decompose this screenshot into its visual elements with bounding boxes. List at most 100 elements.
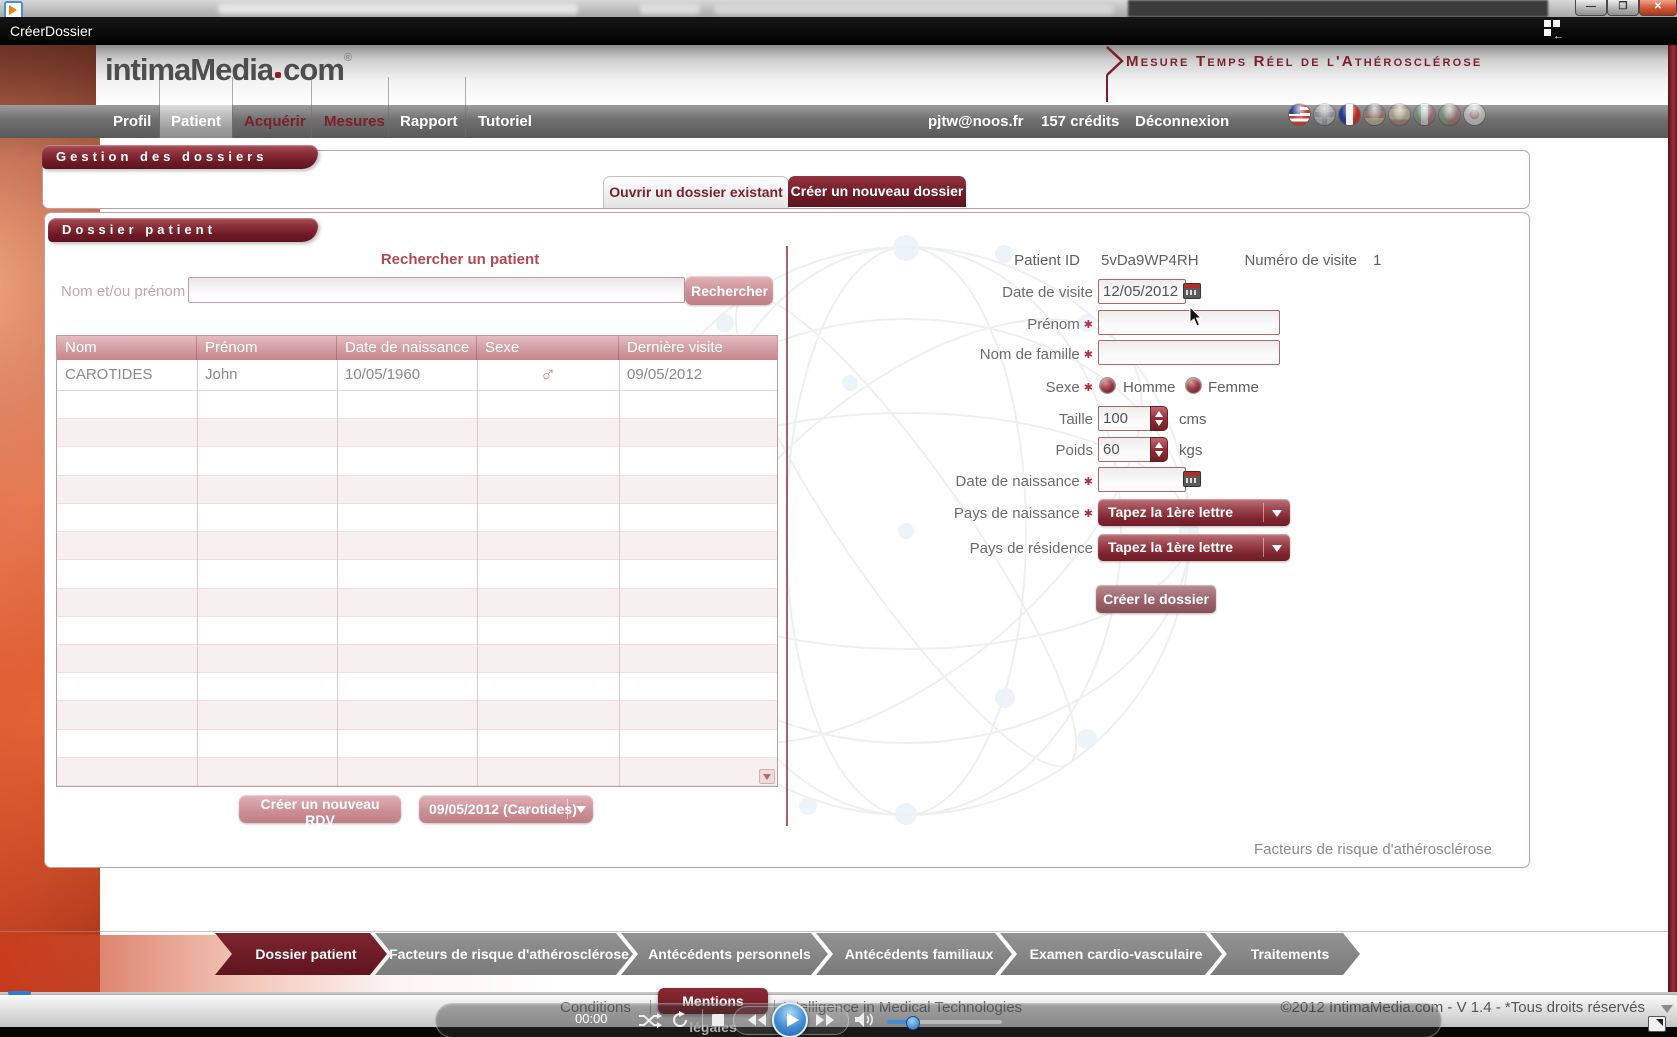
- risk-factors-note: Facteurs de risque d'athérosclérose: [1145, 841, 1492, 858]
- mouse-cursor: [1189, 307, 1203, 327]
- dropdown-arrow-icon: [1272, 510, 1282, 517]
- nav-separator: [311, 77, 312, 138]
- patient-table-empty-rows: [57, 391, 777, 786]
- shuffle-icon[interactable]: [638, 1013, 662, 1028]
- tab-create-new-dossier[interactable]: Créer un nouveau dossier: [788, 176, 966, 207]
- empty-table-row: [57, 730, 777, 758]
- fast-forward-icon[interactable]: [816, 1013, 840, 1031]
- radio-femme[interactable]: [1185, 377, 1202, 394]
- breadcrumb-dossier-patient[interactable]: Dossier patient: [215, 933, 387, 975]
- required-marker: ✱: [1084, 349, 1093, 361]
- fullscreen-icon[interactable]: [1648, 1016, 1666, 1032]
- cell-naissance: 10/05/1960: [337, 360, 477, 390]
- cell-nom: CAROTIDES: [57, 360, 197, 390]
- radio-homme[interactable]: [1099, 377, 1116, 394]
- minimize-button[interactable]: —: [1575, 0, 1607, 16]
- taille-input[interactable]: [1098, 406, 1154, 431]
- empty-table-row: [57, 758, 777, 786]
- breadcrumb-antecedents-familiaux[interactable]: Antécédents familiaux: [816, 933, 1012, 975]
- patients-table-header: Nom Prénom Date de naissance Sexe Derniè…: [57, 336, 777, 360]
- femme-label: Femme: [1208, 379, 1259, 396]
- us-flag-icon[interactable]: [1288, 103, 1311, 126]
- seek-bar[interactable]: [0, 992, 1677, 994]
- create-dossier-button[interactable]: Créer le dossier: [1096, 585, 1216, 613]
- create-rdv-button[interactable]: Créer un nouveau RDV: [239, 795, 401, 823]
- collapse-arrow-icon[interactable]: ←: [1553, 31, 1564, 41]
- nom-famille-input[interactable]: [1098, 340, 1280, 365]
- nav-item-rapport[interactable]: Rapport: [400, 105, 458, 138]
- poids-stepper[interactable]: [1150, 437, 1168, 462]
- prenom-label: Prénom✱: [745, 316, 1093, 333]
- tab-open-existing-dossier[interactable]: Ouvrir un dossier existant: [603, 176, 789, 208]
- homme-label: Homme: [1123, 379, 1176, 396]
- taille-stepper[interactable]: [1150, 406, 1168, 431]
- calendar-icon[interactable]: [1183, 283, 1201, 299]
- date-visite-label: Date de visite: [745, 284, 1093, 301]
- dropdown-arrow-icon: [1272, 545, 1282, 552]
- empty-table-row: [57, 419, 777, 447]
- search-input[interactable]: [188, 277, 685, 303]
- play-icon[interactable]: [772, 1002, 808, 1037]
- vertical-scrollbar[interactable]: [1668, 45, 1677, 1003]
- sexe-label: Sexe✱: [745, 379, 1093, 396]
- nav-item-patient[interactable]: Patient: [171, 105, 221, 138]
- scrollbar-down-arrow[interactable]: [1661, 1005, 1673, 1013]
- breadcrumb-examen-cardio[interactable]: Examen cardio-vasculaire: [1000, 933, 1222, 975]
- empty-table-row: [57, 589, 777, 617]
- empty-table-row: [57, 560, 777, 588]
- logo-dot-icon: [275, 72, 281, 78]
- visit-dropdown-button[interactable]: 09/05/2012 (Carotides): [419, 795, 593, 823]
- volume-icon[interactable]: [854, 1011, 875, 1028]
- address-bar[interactable]: [218, 3, 578, 14]
- brand-logo: intimaMediacom®: [105, 52, 351, 88]
- logout-link[interactable]: Déconnexion: [1135, 105, 1229, 138]
- search-heading: Rechercher un patient: [295, 251, 625, 268]
- breadcrumb-traitements[interactable]: Traitements: [1210, 933, 1360, 975]
- stop-icon[interactable]: [712, 1014, 724, 1026]
- de-flag-icon[interactable]: [1363, 103, 1386, 126]
- playback-time: 00:00: [575, 1011, 608, 1026]
- content-bottom-line: [0, 931, 1668, 932]
- es-flag-icon[interactable]: [1388, 103, 1411, 126]
- empty-table-row: [57, 447, 777, 475]
- breadcrumb-antecedents-personnels[interactable]: Antécédents personnels: [621, 933, 828, 975]
- window-title: CréerDossier: [10, 23, 92, 39]
- empty-table-row: [57, 504, 777, 532]
- rewind-icon[interactable]: [742, 1013, 766, 1031]
- empty-table-row: [57, 617, 777, 645]
- calendar-icon[interactable]: [1183, 471, 1201, 487]
- restore-button[interactable]: ❐: [1607, 0, 1639, 16]
- window-title-bar: CréerDossier: [0, 17, 1677, 45]
- browser-button[interactable]: [640, 3, 700, 14]
- jp-flag-icon[interactable]: [1463, 103, 1486, 126]
- poids-input[interactable]: [1098, 437, 1154, 462]
- volume-slider-knob[interactable]: [906, 1016, 920, 1030]
- nav-item-profil[interactable]: Profil: [113, 105, 151, 138]
- date-visite-input[interactable]: [1098, 279, 1186, 304]
- repeat-icon[interactable]: [671, 1011, 689, 1029]
- pt-flag-icon[interactable]: [1438, 103, 1461, 126]
- poids-label: Poids: [745, 442, 1093, 459]
- it-flag-icon[interactable]: [1413, 103, 1436, 126]
- pays-naissance-dropdown[interactable]: Tapez la 1ère lettre: [1098, 499, 1290, 526]
- required-marker: ✱: [1084, 382, 1093, 394]
- nav-separator: [465, 77, 466, 138]
- breadcrumb-facteurs-risque[interactable]: Facteurs de risque d'athérosclérose: [375, 933, 633, 975]
- search-name-label: Nom et/ou prénom: [61, 283, 185, 300]
- naissance-input[interactable]: [1098, 467, 1186, 492]
- table-row[interactable]: CAROTIDES John 10/05/1960 ♂ 09/05/2012: [57, 360, 777, 391]
- col-header-prenom: Prénom: [197, 336, 337, 360]
- app-tagline: Mesure Temps Réel de l'Athérosclérose: [1126, 53, 1531, 70]
- tagline-chevron-icon: [1104, 44, 1126, 106]
- table-scroll-down-arrow[interactable]: [759, 769, 775, 784]
- pays-residence-dropdown[interactable]: Tapez la 1ère lettre: [1098, 534, 1290, 561]
- required-marker: ✱: [1084, 508, 1093, 520]
- nav-item-mesures[interactable]: Mesures: [324, 105, 385, 138]
- uk-flag-icon[interactable]: [1313, 103, 1336, 126]
- visit-number-value: 1: [1373, 252, 1381, 269]
- close-button[interactable]: ✕: [1639, 0, 1677, 16]
- fr-flag-icon[interactable]: [1338, 103, 1361, 126]
- nav-item-tutoriel[interactable]: Tutoriel: [478, 105, 532, 138]
- nav-item-acquerir[interactable]: Acquérir: [244, 105, 306, 138]
- credits-count: 157 crédits: [1041, 105, 1119, 138]
